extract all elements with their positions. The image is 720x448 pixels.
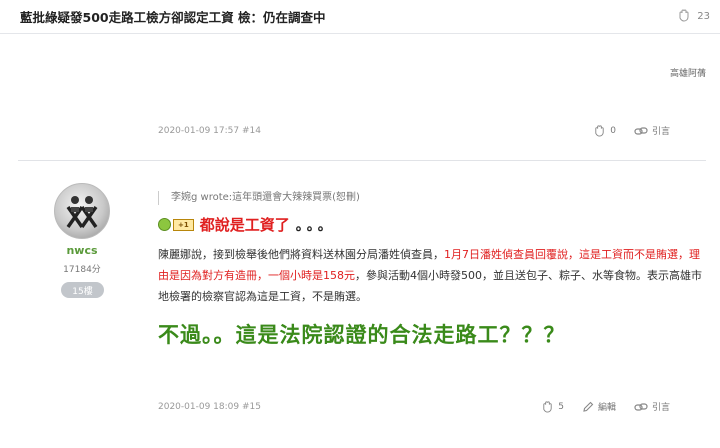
post15-quote-label: 引言 [651, 403, 670, 413]
post14-gp-button[interactable]: 0 [593, 124, 616, 137]
green-comment: 不過。。這是法院認證的合法走路工？？？ [158, 323, 566, 347]
avatar[interactable] [54, 183, 110, 239]
post15-gp-button[interactable]: 5 [541, 400, 564, 413]
floor-badge: 15樓 [61, 282, 104, 298]
post15-edit-label: 編輯 [597, 403, 616, 413]
post15-quote-button[interactable]: 引言 [634, 400, 670, 413]
link-icon [634, 401, 648, 413]
post14-quote-button[interactable]: 引言 [634, 124, 670, 137]
post14-footer: 2020-01-09 17:57 #14 0 引言 [158, 124, 670, 137]
plus-one-emoji-icon: +1 [158, 218, 194, 231]
post14-gp-count: 0 [610, 125, 616, 136]
avatar-figure-icon [66, 196, 98, 229]
gp-hand-icon [677, 8, 691, 25]
quote-reference: 李婉g wrote:這年頭還會大辣辣買票(恕刪) [158, 191, 360, 205]
thread-gp-button[interactable]: 23 [677, 8, 710, 25]
headline-row: +1 都說是工資了 。。。 [158, 214, 336, 235]
post-body: 陳麗娜說，接到檢舉後他們將資料送林園分局潘姓偵查員，1月7日潘姓偵查員回覆說，這… [158, 244, 706, 307]
thread-title: 藍批綠疑發500走路工檢方卻認定工資 檢：仍在調查中 [20, 10, 326, 25]
username[interactable]: nwcs [40, 244, 124, 257]
user-points: 17184分 [63, 265, 101, 275]
post15-timestamp[interactable]: 2020-01-09 18:09 #15 [158, 402, 523, 412]
post-list: 高雄阿蒨 2020-01-09 17:57 #14 0 引言 nwcs 1718… [0, 34, 720, 448]
headline-dots: 。。。 [295, 217, 336, 234]
post14-quote-label: 引言 [651, 127, 670, 137]
post14-signature: 高雄阿蒨 [669, 69, 706, 79]
thread-header: 藍批綠疑發500走路工檢方卻認定工資 檢：仍在調查中 23 [0, 0, 720, 34]
red-headline: 都說是工資了 [199, 216, 290, 234]
post15-edit-button[interactable]: 編輯 [582, 400, 616, 413]
thread-gp-count: 23 [697, 11, 710, 22]
pencil-icon [582, 401, 594, 413]
gp-hand-icon [593, 124, 606, 137]
post-divider [18, 160, 706, 161]
gp-hand-icon [541, 400, 554, 413]
link-icon [634, 125, 648, 137]
post15-gp-count: 5 [558, 401, 564, 412]
body-text-a: 陳麗娜說，接到檢舉後他們將資料送林園分局潘姓偵查員， [158, 248, 444, 261]
post15-footer: 2020-01-09 18:09 #15 5 編輯 引言 [158, 400, 670, 413]
post14-timestamp[interactable]: 2020-01-09 17:57 #14 [158, 126, 575, 136]
